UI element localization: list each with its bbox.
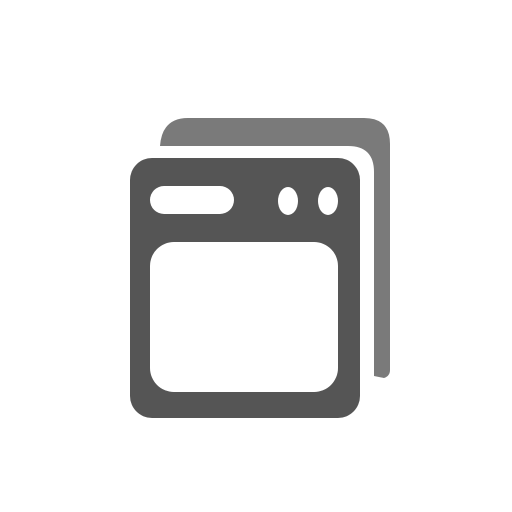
- window-control-dot-icon: [278, 187, 298, 215]
- window-content-area-icon: [150, 242, 338, 392]
- title-bar-pill-icon: [150, 186, 234, 214]
- windows-stack-icon: [130, 118, 390, 418]
- icon-canvas: [0, 0, 512, 512]
- window-control-dot-icon: [318, 187, 338, 215]
